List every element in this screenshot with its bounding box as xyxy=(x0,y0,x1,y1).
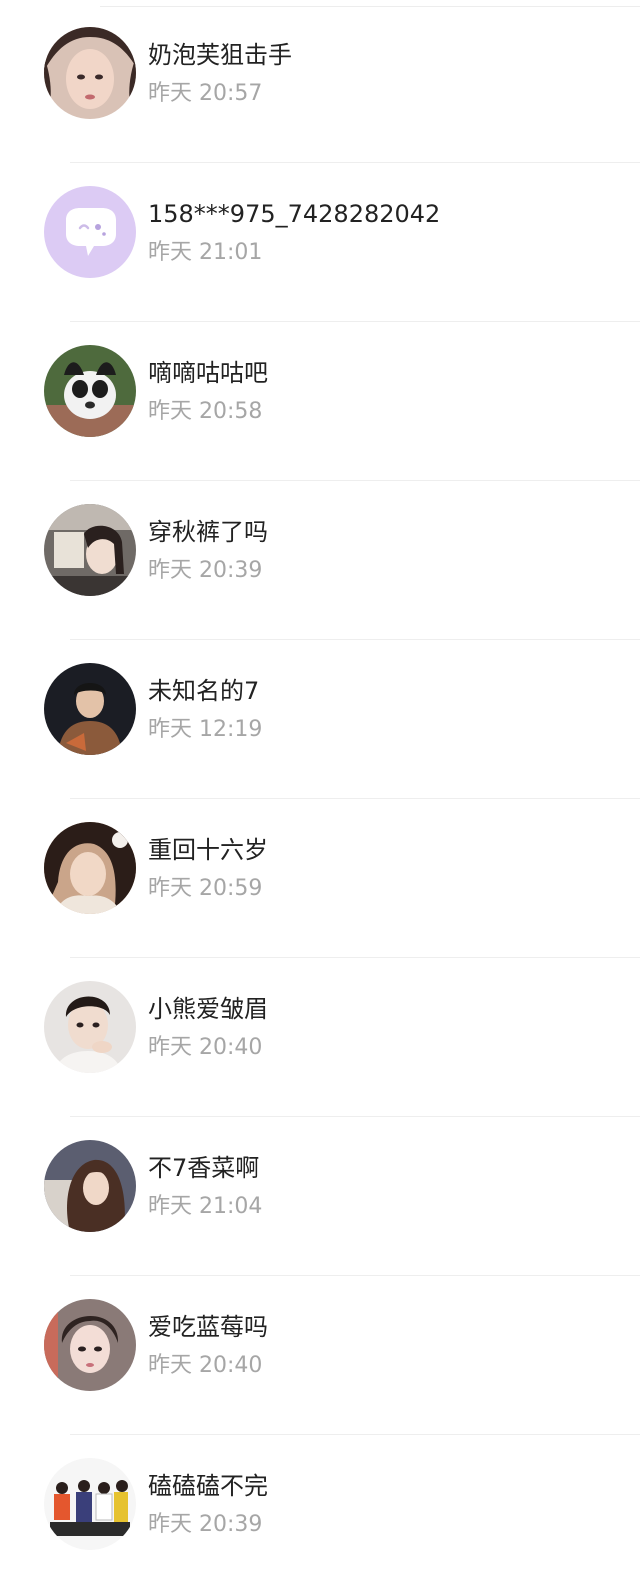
contact-name: 重回十六岁 xyxy=(148,836,268,864)
avatar-photo-boy[interactable] xyxy=(44,1299,136,1391)
contact-time: 昨天 21:01 xyxy=(148,240,263,265)
chat-bubble-icon[interactable] xyxy=(44,186,136,278)
contact-name: 嘀嘀咕咕吧 xyxy=(148,359,268,387)
contact-time: 昨天 20:58 xyxy=(148,399,263,424)
contact-row[interactable]: 小熊爱皱眉 昨天 20:40 xyxy=(0,954,640,1117)
contact-name: 未知名的7 xyxy=(148,677,260,705)
contact-row[interactable]: 158***975_7428282042 昨天 21:01 xyxy=(0,159,640,322)
contact-time: 昨天 20:39 xyxy=(148,1512,263,1537)
avatar-photo-girl[interactable] xyxy=(44,27,136,119)
avatar-photo-girl[interactable] xyxy=(44,1140,136,1232)
contact-name: 磕磕磕不完 xyxy=(148,1472,268,1500)
contact-row[interactable]: 重回十六岁 昨天 20:59 xyxy=(0,795,640,958)
avatar-photo-boy[interactable] xyxy=(44,663,136,755)
contact-row[interactable]: 奶泡芙狙击手 昨天 20:57 xyxy=(0,0,640,163)
contact-time: 昨天 20:59 xyxy=(148,876,263,901)
avatar-photo-boy[interactable] xyxy=(44,981,136,1073)
avatar-photo-girl[interactable] xyxy=(44,504,136,596)
contact-row[interactable]: 嘀嘀咕咕吧 昨天 20:58 xyxy=(0,318,640,481)
avatar-photo-dog[interactable] xyxy=(44,345,136,437)
avatar-photo-group[interactable] xyxy=(44,1458,136,1550)
contact-time: 昨天 20:39 xyxy=(148,558,263,583)
contact-row[interactable]: 未知名的7 昨天 12:19 xyxy=(0,636,640,799)
contact-name: 不7香菜啊 xyxy=(148,1154,260,1182)
contact-name: 爱吃蓝莓吗 xyxy=(148,1313,268,1341)
contact-time: 昨天 21:04 xyxy=(148,1194,263,1219)
contact-name: 奶泡芙狙击手 xyxy=(148,41,292,69)
contact-time: 昨天 20:57 xyxy=(148,81,263,106)
contact-list: 奶泡芙狙击手 昨天 20:57 158***975_7428282042 昨天 … xyxy=(0,0,640,1550)
contact-time: 昨天 20:40 xyxy=(148,1353,263,1378)
contact-row[interactable]: 穿秋裤了吗 昨天 20:39 xyxy=(0,477,640,640)
contact-row[interactable]: 磕磕磕不完 昨天 20:39 xyxy=(0,1431,640,1590)
contact-row[interactable]: 爱吃蓝莓吗 昨天 20:40 xyxy=(0,1272,640,1435)
contact-time: 昨天 20:40 xyxy=(148,1035,263,1060)
contact-time: 昨天 12:19 xyxy=(148,717,263,742)
contact-name: 158***975_7428282042 xyxy=(148,200,441,228)
contact-name: 穿秋裤了吗 xyxy=(148,518,268,546)
contact-name: 小熊爱皱眉 xyxy=(148,995,268,1023)
avatar-photo-girl[interactable] xyxy=(44,822,136,914)
contact-row[interactable]: 不7香菜啊 昨天 21:04 xyxy=(0,1113,640,1276)
